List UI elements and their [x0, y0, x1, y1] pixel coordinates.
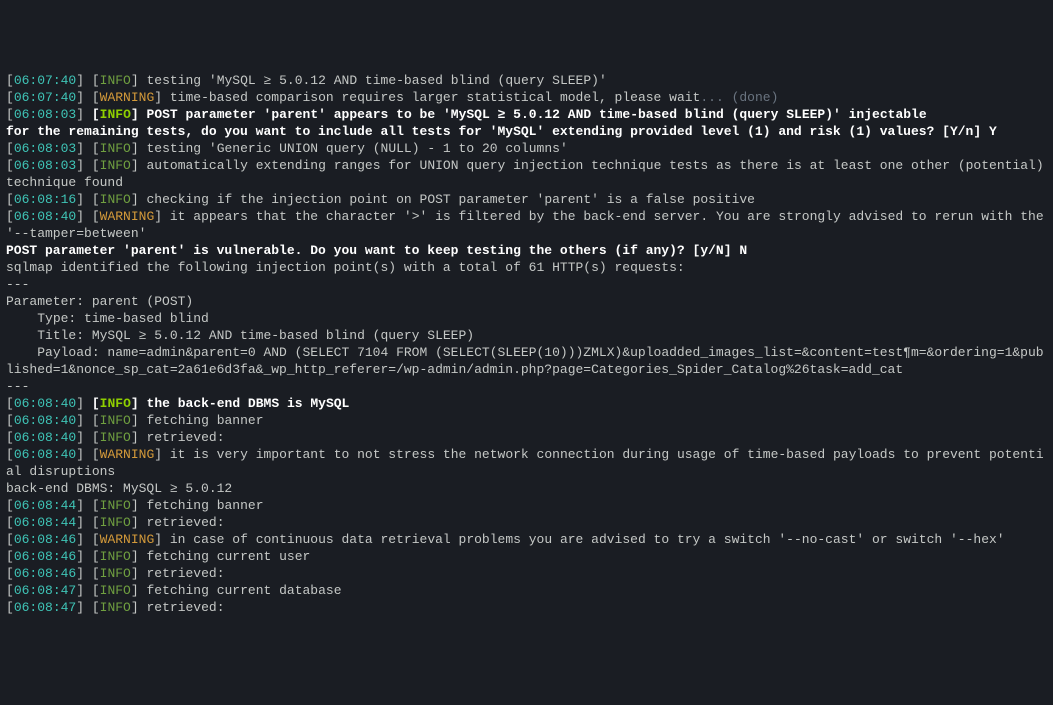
log-level: INFO	[100, 158, 131, 173]
timestamp: 06:08:44	[14, 515, 76, 530]
terminal-line: [06:08:46] [WARNING] in case of continuo…	[6, 531, 1047, 548]
output-text: back-end DBMS: MySQL ≥ 5.0.12	[6, 481, 232, 496]
timestamp: 06:08:03	[14, 141, 76, 156]
log-level: INFO	[100, 498, 131, 513]
prompt-text: POST parameter 'parent' is vulnerable. D…	[6, 243, 747, 258]
log-level: WARNING	[100, 90, 155, 105]
timestamp: 06:08:40	[14, 430, 76, 445]
terminal-line: Type: time-based blind	[6, 310, 1047, 327]
log-message: retrieved:	[146, 430, 224, 445]
timestamp: 06:08:47	[14, 583, 76, 598]
timestamp: 06:08:40	[14, 396, 76, 411]
timestamp: 06:08:46	[14, 549, 76, 564]
log-level: WARNING	[100, 447, 155, 462]
prompt-text: for the remaining tests, do you want to …	[6, 124, 997, 139]
log-message: fetching banner	[146, 413, 263, 428]
terminal-line: for the remaining tests, do you want to …	[6, 123, 1047, 140]
terminal-line: [06:08:47] [INFO] retrieved:	[6, 599, 1047, 616]
terminal-line: [06:08:40] [INFO] the back-end DBMS is M…	[6, 395, 1047, 412]
terminal-line: [06:08:40] [WARNING] it appears that the…	[6, 208, 1047, 242]
log-level: INFO	[100, 549, 131, 564]
log-message: automatically extending ranges for UNION…	[6, 158, 1051, 190]
log-message: the back-end DBMS is MySQL	[147, 396, 350, 411]
terminal-line: [06:07:40] [INFO] testing 'MySQL ≥ 5.0.1…	[6, 72, 1047, 89]
log-message: it is very important to not stress the n…	[6, 447, 1044, 479]
log-message: fetching current database	[146, 583, 341, 598]
log-message: fetching banner	[146, 498, 263, 513]
log-message: time-based comparison requires larger st…	[170, 90, 701, 105]
output-text: ---	[6, 379, 29, 394]
log-message: checking if the injection point on POST …	[146, 192, 755, 207]
timestamp: 06:08:40	[14, 447, 76, 462]
terminal-line: [06:08:40] [INFO] fetching banner	[6, 412, 1047, 429]
output-text: Title: MySQL ≥ 5.0.12 AND time-based bli…	[6, 328, 474, 343]
log-level: INFO	[100, 107, 131, 122]
terminal-line: Payload: name=admin&parent=0 AND (SELECT…	[6, 344, 1047, 378]
timestamp: 06:08:47	[14, 600, 76, 615]
terminal-line: [06:08:44] [INFO] retrieved:	[6, 514, 1047, 531]
log-level: INFO	[100, 430, 131, 445]
log-message: POST parameter 'parent' appears to be 'M…	[147, 107, 927, 122]
terminal-line: Title: MySQL ≥ 5.0.12 AND time-based bli…	[6, 327, 1047, 344]
terminal-line: [06:08:46] [INFO] retrieved:	[6, 565, 1047, 582]
terminal-line: ---	[6, 378, 1047, 395]
log-level: WARNING	[100, 209, 155, 224]
log-message: retrieved:	[146, 600, 224, 615]
log-level: INFO	[100, 413, 131, 428]
output-text: Type: time-based blind	[6, 311, 209, 326]
terminal-output: [06:07:40] [INFO] testing 'MySQL ≥ 5.0.1…	[6, 72, 1047, 616]
log-message: testing 'Generic UNION query (NULL) - 1 …	[146, 141, 567, 156]
terminal-line: [06:08:40] [WARNING] it is very importan…	[6, 446, 1047, 480]
log-level: INFO	[100, 192, 131, 207]
timestamp: 06:08:16	[14, 192, 76, 207]
timestamp: 06:08:46	[14, 566, 76, 581]
timestamp: 06:08:44	[14, 498, 76, 513]
log-level: WARNING	[100, 532, 155, 547]
log-message: retrieved:	[146, 515, 224, 530]
terminal-line: [06:08:03] [INFO] testing 'Generic UNION…	[6, 140, 1047, 157]
terminal-line: [06:07:40] [WARNING] time-based comparis…	[6, 89, 1047, 106]
terminal-line: [06:08:16] [INFO] checking if the inject…	[6, 191, 1047, 208]
log-level: INFO	[100, 141, 131, 156]
log-message: retrieved:	[146, 566, 224, 581]
log-level: INFO	[100, 396, 131, 411]
log-message: testing 'MySQL ≥ 5.0.12 AND time-based b…	[146, 73, 606, 88]
timestamp: 06:08:40	[14, 413, 76, 428]
output-text: Payload: name=admin&parent=0 AND (SELECT…	[6, 345, 1044, 377]
terminal-line: [06:08:47] [INFO] fetching current datab…	[6, 582, 1047, 599]
log-message: it appears that the character '>' is fil…	[6, 209, 1051, 241]
terminal-line: [06:08:46] [INFO] fetching current user	[6, 548, 1047, 565]
output-text: ---	[6, 277, 29, 292]
timestamp: 06:07:40	[14, 73, 76, 88]
timestamp: 06:08:46	[14, 532, 76, 547]
terminal-line: ---	[6, 276, 1047, 293]
log-level: INFO	[100, 73, 131, 88]
log-message: fetching current user	[146, 549, 310, 564]
output-text: Parameter: parent (POST)	[6, 294, 193, 309]
log-level: INFO	[100, 600, 131, 615]
log-level: INFO	[100, 515, 131, 530]
terminal-line: back-end DBMS: MySQL ≥ 5.0.12	[6, 480, 1047, 497]
timestamp: 06:08:03	[14, 158, 76, 173]
terminal-line: sqlmap identified the following injectio…	[6, 259, 1047, 276]
terminal-line: [06:08:40] [INFO] retrieved:	[6, 429, 1047, 446]
timestamp: 06:08:03	[14, 107, 76, 122]
output-text: sqlmap identified the following injectio…	[6, 260, 685, 275]
log-level: INFO	[100, 566, 131, 581]
log-message: in case of continuous data retrieval pro…	[170, 532, 1005, 547]
terminal-line: [06:08:03] [INFO] POST parameter 'parent…	[6, 106, 1047, 123]
terminal-line: [06:08:03] [INFO] automatically extendin…	[6, 157, 1047, 191]
terminal-line: POST parameter 'parent' is vulnerable. D…	[6, 242, 1047, 259]
log-level: INFO	[100, 583, 131, 598]
timestamp: 06:08:40	[14, 209, 76, 224]
terminal-line: Parameter: parent (POST)	[6, 293, 1047, 310]
terminal-line: [06:08:44] [INFO] fetching banner	[6, 497, 1047, 514]
timestamp: 06:07:40	[14, 90, 76, 105]
